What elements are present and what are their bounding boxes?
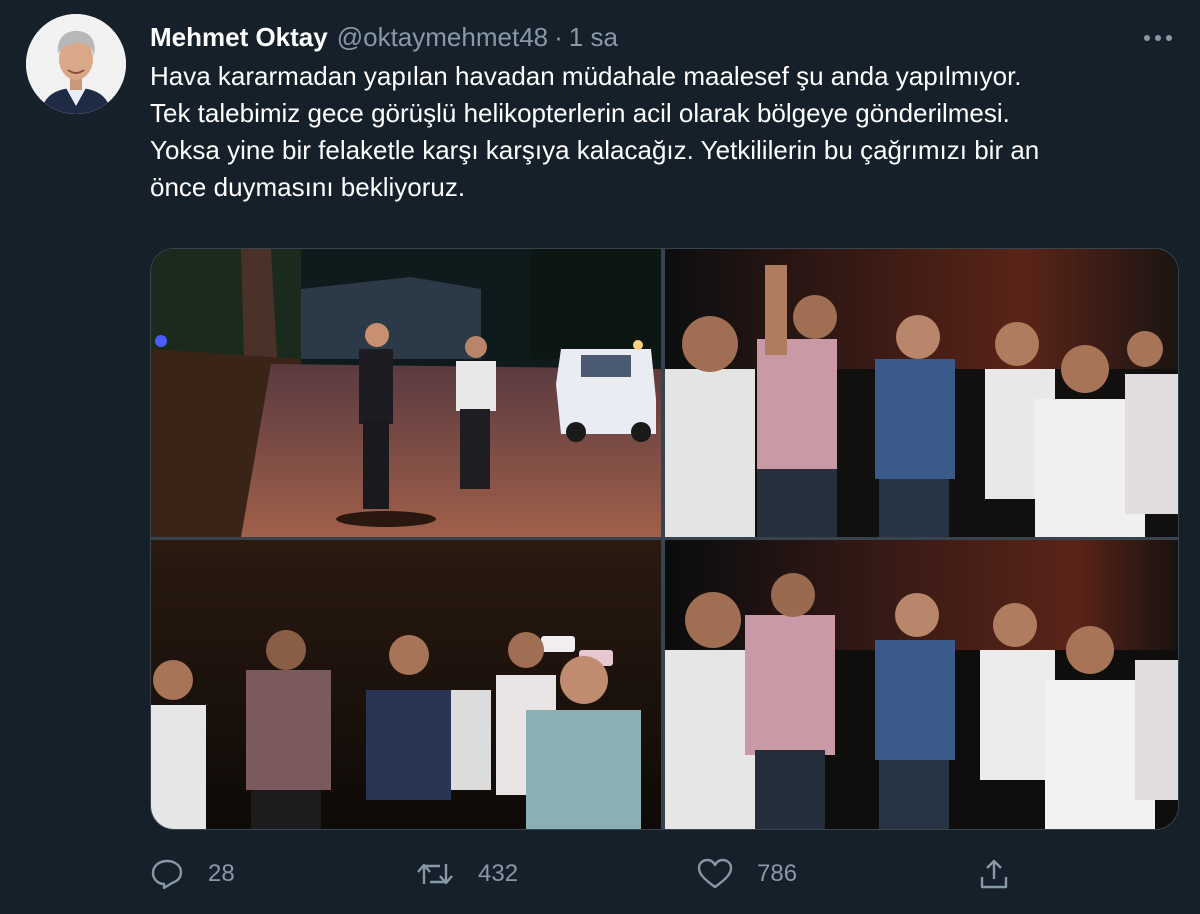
tweet-text: Hava kararmadan yapılan havadan müdahale… [150, 58, 1190, 206]
tweet-header: Mehmet Oktay @oktaymehmet48 · 1 sa [150, 20, 618, 54]
share-button[interactable] [977, 852, 1011, 896]
separator-dot: · [554, 21, 563, 52]
retweet-icon [416, 858, 454, 890]
tweet-text-line: önce duymasını bekliyoruz. [150, 172, 466, 202]
tweet-text-line: Yoksa yine bir felaketle karşı karşıya k… [150, 135, 1040, 165]
tweet-text-line: Hava kararmadan yapılan havadan müdahale… [150, 61, 1022, 91]
retweet-count: 432 [478, 860, 519, 887]
tweet-actions: 28 432 786 [150, 852, 1150, 896]
author-handle[interactable]: @oktaymehmet48 [337, 22, 548, 53]
heart-icon [697, 858, 733, 890]
like-count: 786 [757, 860, 798, 887]
like-button[interactable]: 786 [697, 852, 797, 896]
reply-button[interactable]: 28 [150, 852, 235, 896]
media-photo-2[interactable] [665, 249, 1178, 537]
retweet-button[interactable]: 432 [416, 852, 518, 896]
reply-bubble-icon [150, 858, 184, 890]
more-options-button[interactable] [1140, 26, 1176, 50]
media-grid [150, 248, 1179, 830]
media-photo-4[interactable] [665, 540, 1178, 829]
reply-count: 28 [208, 860, 235, 887]
tweet-text-line: Tek talebimiz gece görüşlü helikopterler… [150, 98, 1010, 128]
author-avatar[interactable] [26, 14, 126, 114]
author-name[interactable]: Mehmet Oktay [150, 22, 328, 53]
media-photo-1[interactable] [151, 249, 661, 537]
tweet[interactable]: Mehmet Oktay @oktaymehmet48 · 1 sa Hava … [0, 0, 1200, 914]
more-horizontal-icon [1143, 34, 1173, 42]
share-upload-icon [977, 857, 1011, 891]
media-photo-3[interactable] [151, 540, 661, 829]
tweet-timestamp[interactable]: 1 sa [569, 22, 618, 53]
